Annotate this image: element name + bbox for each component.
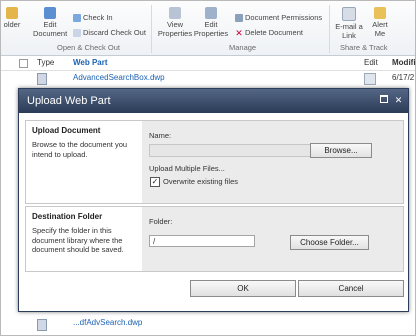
discard-checkout-icon [73, 29, 81, 38]
header-name[interactable]: Web Part [73, 58, 108, 67]
maximize-icon [379, 95, 388, 103]
edit-document-button[interactable]: Edit Document [33, 7, 67, 38]
item-name-link[interactable]: ...dfAdvSearch.dwp [73, 318, 142, 327]
item-modified: 6/17/2 [392, 73, 415, 82]
list-item[interactable]: AdvancedSearchBox.dwp 6/17/2 [1, 71, 415, 85]
header-type[interactable]: Type [37, 58, 54, 67]
ribbon: older Edit Document Check In Discard Che… [1, 1, 415, 56]
permissions-icon [235, 14, 243, 23]
edit-properties-icon [205, 7, 217, 19]
view-properties-icon [169, 7, 181, 19]
edit-document-icon [44, 7, 56, 19]
email-link-button[interactable]: E-mail a Link [331, 7, 367, 40]
folder-label: Folder: [149, 217, 173, 226]
overwrite-checkbox[interactable]: ✓ [150, 177, 160, 187]
item-name-link[interactable]: AdvancedSearchBox.dwp [73, 73, 165, 82]
check-in-icon [73, 14, 81, 23]
close-button[interactable]: ✕ [393, 95, 404, 106]
alert-me-button[interactable]: Alert Me [367, 7, 393, 38]
group-separator [329, 5, 330, 53]
name-label: Name: [149, 131, 172, 140]
document-permissions-button[interactable]: Document Permissions [235, 13, 322, 23]
destination-section-description: Specify the folder in this document libr… [32, 226, 124, 254]
upload-section-title: Upload Document [32, 126, 101, 135]
upload-section-fields: Name: Browse... Upload Multiple Files...… [142, 121, 403, 203]
upload-section-description: Browse to the document you intend to upl… [32, 140, 128, 159]
folder-icon [6, 7, 18, 19]
browse-button[interactable]: Browse... [310, 143, 372, 158]
new-folder-button[interactable]: older [1, 7, 23, 29]
check-in-button[interactable]: Check In [73, 13, 113, 23]
view-properties-button[interactable]: View Properties [157, 7, 193, 38]
email-icon [342, 7, 356, 21]
upload-document-section: Upload Document Browse to the document y… [25, 120, 404, 204]
file-path-field[interactable] [149, 144, 311, 157]
header-edit[interactable]: Edit [364, 58, 378, 67]
alert-bell-icon [374, 7, 386, 19]
close-icon: ✕ [394, 95, 403, 105]
group-share-track: Share & Track [340, 43, 388, 52]
upload-multiple-link[interactable]: Upload Multiple Files... [149, 164, 225, 173]
group-separator [151, 5, 152, 53]
sharepoint-window: older Edit Document Check In Discard Che… [0, 0, 416, 336]
group-open-checkout: Open & Check Out [57, 43, 120, 52]
dialog-title: Upload Web Part [27, 95, 111, 107]
upload-web-part-dialog: Upload Web Part ✕ Upload Document Browse… [18, 88, 409, 312]
dialog-titlebar: Upload Web Part ✕ [19, 89, 408, 113]
folder-field[interactable]: / [149, 235, 255, 247]
list-header: Type Web Part Edit Modifie [1, 56, 415, 71]
destination-folder-section: Destination Folder Specify the folder in… [25, 206, 404, 272]
maximize-button[interactable] [378, 95, 389, 106]
ok-button[interactable]: OK [190, 280, 296, 297]
list-item[interactable]: ...dfAdvSearch.dwp [1, 317, 415, 335]
select-all-checkbox[interactable] [19, 59, 28, 68]
delete-icon: ✕ [235, 28, 243, 39]
header-modified[interactable]: Modifie [392, 58, 415, 67]
file-icon [37, 73, 47, 85]
file-icon [37, 319, 47, 331]
edit-properties-button[interactable]: Edit Properties [193, 7, 229, 38]
edit-icon[interactable] [364, 73, 376, 85]
destination-section-title: Destination Folder [32, 212, 103, 221]
discard-checkout-button[interactable]: Discard Check Out [73, 28, 146, 38]
overwrite-label: Overwrite existing files [163, 177, 239, 186]
section-description-panel: Destination Folder Specify the folder in… [26, 207, 141, 271]
group-manage: Manage [229, 43, 257, 52]
choose-folder-button[interactable]: Choose Folder... [290, 235, 369, 250]
destination-section-fields: Folder: / Choose Folder... [142, 207, 403, 271]
delete-document-button[interactable]: ✕ Delete Document [235, 28, 303, 39]
section-description-panel: Upload Document Browse to the document y… [26, 121, 141, 203]
cancel-button[interactable]: Cancel [298, 280, 404, 297]
